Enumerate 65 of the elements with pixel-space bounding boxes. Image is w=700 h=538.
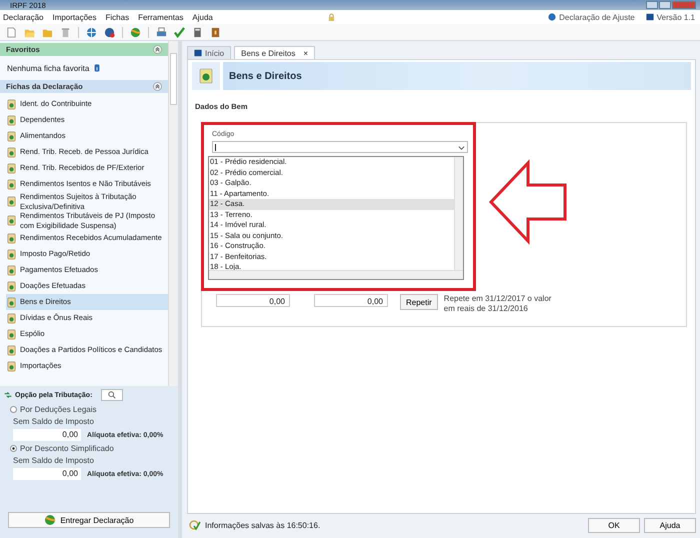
radio-label[interactable]: Por Desconto Simplificado	[20, 444, 114, 453]
empty-favorites-text: Nenhuma ficha favorita	[7, 64, 90, 72]
form-icon	[6, 196, 17, 207]
form-icon	[6, 130, 17, 142]
radio-button[interactable]	[10, 445, 17, 452]
padlock-icon	[328, 12, 335, 22]
dialog-button[interactable]: OK	[588, 518, 640, 532]
printer-icon[interactable]	[156, 26, 167, 38]
amount-field[interactable]: 0,00	[216, 294, 290, 307]
new-document-icon[interactable]	[6, 26, 17, 38]
radio-label[interactable]: Por Deduções Legais	[20, 405, 96, 414]
info-icon	[93, 64, 102, 72]
form-icon	[6, 280, 17, 292]
version-label: Versão 1.1	[656, 12, 695, 22]
form-icon	[6, 296, 17, 308]
page-title: Bens e Direitos	[228, 70, 302, 84]
collapse-icon[interactable]	[153, 82, 162, 91]
book-icon[interactable]	[210, 26, 221, 38]
amount-field: 0,00	[13, 468, 81, 480]
form-icon	[6, 178, 17, 190]
tab[interactable]: Bens e Direitos ×	[234, 46, 316, 59]
amount-field[interactable]: 0,00	[314, 294, 388, 307]
scrollbar[interactable]	[454, 157, 463, 270]
scrollbar[interactable]	[209, 270, 463, 279]
arrows-icon	[4, 391, 12, 399]
menu-item[interactable]: Importações	[52, 12, 96, 22]
dialog-button[interactable]: Ajuda	[644, 518, 696, 532]
checkmark-icon[interactable]	[174, 26, 185, 38]
repeat-button[interactable]: Repetir	[400, 294, 438, 310]
menu-item[interactable]: Fichas	[106, 12, 130, 22]
amount-field: 0,00	[13, 429, 81, 441]
form-icon	[6, 360, 17, 372]
form-icon	[6, 98, 17, 110]
form-icon	[6, 162, 17, 174]
form-icon	[6, 215, 17, 226]
trash-icon[interactable]	[60, 26, 71, 38]
radio-button[interactable]	[10, 406, 17, 413]
form-icon	[6, 248, 17, 260]
form-icon	[6, 232, 17, 244]
search-button[interactable]	[101, 389, 124, 401]
form-icon	[6, 328, 17, 340]
repeat-note: Repete em 31/12/2017 o valor em reais de 31/12/2016	[444, 294, 552, 313]
minimize-button[interactable]	[646, 1, 658, 9]
tab[interactable]: Início	[187, 46, 232, 59]
submit-button[interactable]: Entregar Declaração	[8, 512, 170, 528]
calculator-icon[interactable]	[192, 26, 203, 38]
form-icon	[6, 146, 17, 158]
scrollbar[interactable]	[168, 41, 178, 386]
menu-item[interactable]: Ajuda	[192, 12, 213, 22]
search-icon	[108, 391, 116, 399]
status-message: Informações salvas às 16:50:16.	[205, 520, 320, 530]
menu-item[interactable]: Ferramentas	[138, 12, 184, 22]
saved-check-icon	[189, 519, 201, 531]
form-icon	[6, 312, 17, 324]
maximize-button[interactable]	[659, 1, 671, 9]
collapse-icon[interactable]	[153, 45, 162, 54]
form-icon	[6, 264, 17, 276]
form-icon	[6, 114, 17, 126]
declaration-type: Declaração de Ajuste	[559, 12, 635, 22]
menu-item[interactable]: Declaração	[3, 12, 44, 22]
close-tab-button[interactable]: ×	[303, 48, 308, 58]
balance-label: Sem Saldo de Imposto	[12, 417, 95, 426]
document-icon	[199, 68, 213, 84]
form-icon	[6, 344, 17, 356]
balance-label: Sem Saldo de Imposto	[12, 456, 95, 465]
